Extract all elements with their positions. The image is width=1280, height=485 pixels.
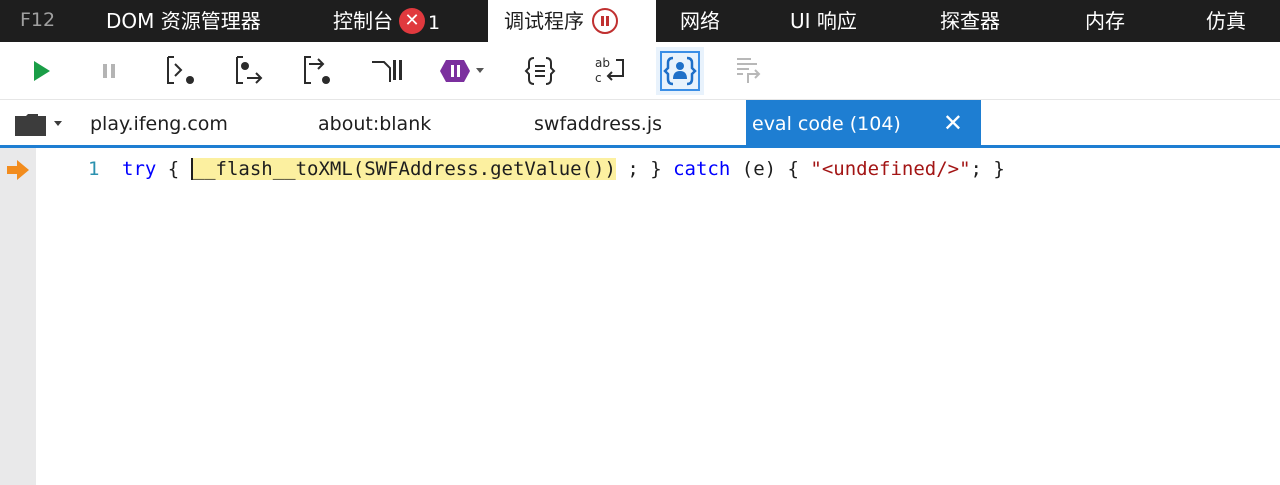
file-tab-label: play.ifeng.com — [90, 113, 228, 135]
step-over-icon — [236, 56, 263, 84]
pretty-print-button[interactable] — [516, 47, 564, 95]
current-statement-arrow-icon — [7, 160, 29, 180]
tab-ui-responsiveness[interactable]: UI 响应 — [790, 0, 857, 42]
error-count: 1 — [428, 11, 441, 34]
close-tab-icon[interactable]: ✕ — [943, 100, 963, 146]
file-tab-play-ifeng[interactable]: play.ifeng.com — [84, 100, 284, 145]
code-editor[interactable]: 1 try { __flash__toXML(SWFAddress.getVal… — [36, 148, 1280, 485]
break-on-new-worker-button[interactable] — [362, 47, 410, 95]
svg-text:c: c — [595, 71, 602, 85]
keyword-catch: catch — [673, 158, 731, 180]
exception-behavior-dropdown[interactable] — [436, 47, 492, 95]
tab-label: UI 响应 — [790, 9, 857, 33]
pretty-print-icon — [524, 57, 556, 85]
tab-label: 网络 — [680, 9, 720, 33]
step-into-button[interactable] — [156, 47, 204, 95]
break-button[interactable] — [85, 47, 133, 95]
paused-icon — [592, 7, 618, 34]
source-map-icon — [737, 58, 761, 83]
word-wrap-icon: ab c — [595, 56, 624, 85]
step-out-icon — [304, 56, 330, 84]
tab-emulation[interactable]: 仿真 — [1206, 0, 1246, 42]
current-statement-highlight: __flash__toXML(SWFAddress.getValue()) — [190, 158, 616, 180]
exception-behavior-icon — [440, 60, 484, 82]
continue-icon — [34, 61, 50, 81]
break-on-new-worker-icon — [372, 60, 402, 82]
folder-icon — [15, 114, 62, 136]
step-into-icon — [167, 56, 194, 84]
source-map-button[interactable] — [724, 47, 772, 95]
tab-network[interactable]: 网络 — [680, 0, 720, 42]
just-my-code-button[interactable] — [656, 47, 704, 95]
tab-dom-explorer[interactable]: DOM 资源管理器 — [106, 0, 261, 42]
document-picker-dropdown[interactable] — [14, 112, 66, 138]
svg-text:ab: ab — [595, 56, 610, 70]
code-text: { — [156, 158, 191, 180]
debugger-toolbar: ab c — [0, 42, 1280, 100]
f12-tab-bar: F12 DOM 资源管理器 控制台 ✕ 1 调试程序 网络 UI 响应 探查器 内存… — [0, 0, 1280, 42]
file-tab-label: eval code (104) — [752, 113, 901, 135]
breakpoint-gutter[interactable] — [0, 148, 36, 485]
code-line: 1 try { __flash__toXML(SWFAddress.getVal… — [36, 156, 1005, 182]
step-over-button[interactable] — [224, 47, 272, 95]
error-icon: ✕ — [399, 7, 425, 34]
continue-button[interactable] — [17, 47, 65, 95]
file-tab-label: about:blank — [318, 113, 432, 135]
f12-label: F12 — [20, 9, 56, 31]
just-my-code-icon — [663, 56, 697, 86]
code-text: ; } — [970, 158, 1005, 180]
file-tab-eval-code[interactable]: eval code (104) ✕ — [746, 100, 981, 145]
step-out-button[interactable] — [292, 47, 340, 95]
tab-label: 内存 — [1085, 9, 1125, 33]
tab-debugger[interactable]: 调试程序 — [488, 0, 656, 42]
tab-memory[interactable]: 内存 — [1085, 0, 1125, 42]
code-text: (e) { — [730, 158, 811, 180]
tab-label: 控制台 — [333, 9, 393, 33]
file-tab-bar: play.ifeng.com about:blank swfaddress.js… — [0, 100, 1280, 148]
tab-label: DOM 资源管理器 — [106, 9, 261, 33]
tab-profiler[interactable]: 探查器 — [940, 0, 1000, 42]
source-text: try { __flash__toXML(SWFAddress.getValue… — [122, 156, 1005, 182]
keyword-try: try — [122, 158, 157, 180]
break-icon — [103, 64, 115, 78]
tab-label: 探查器 — [940, 9, 1000, 33]
tab-label: 仿真 — [1206, 9, 1246, 33]
word-wrap-button[interactable]: ab c — [586, 47, 634, 95]
file-tab-label: swfaddress.js — [534, 113, 662, 135]
string-literal: "<undefined/>" — [810, 158, 971, 180]
tab-label: 调试程序 — [504, 9, 584, 33]
line-number: 1 — [88, 158, 100, 180]
code-text: ; } — [615, 158, 674, 180]
file-tab-about-blank[interactable]: about:blank — [312, 100, 512, 145]
file-tab-swfaddress[interactable]: swfaddress.js — [528, 100, 728, 145]
tab-console[interactable]: 控制台 ✕ 1 — [333, 0, 440, 42]
